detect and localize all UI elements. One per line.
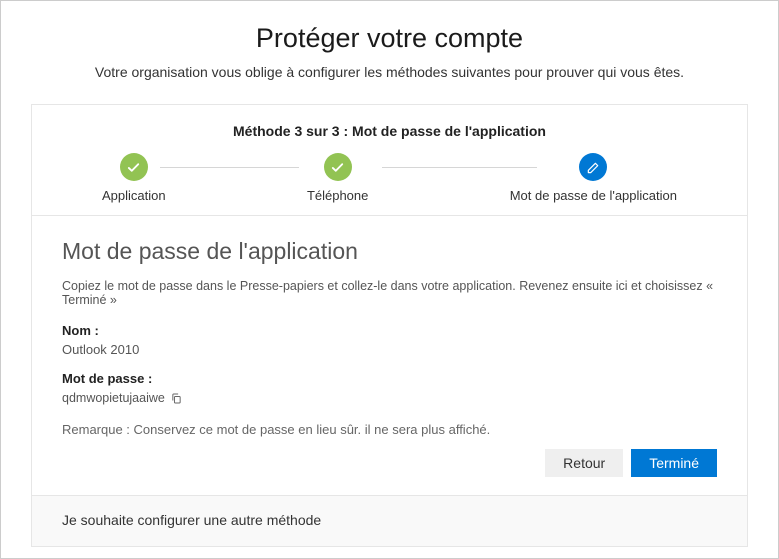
stepper: Application Téléphone Mot de passe de l'… xyxy=(62,153,717,203)
password-label: Mot de passe : xyxy=(62,371,717,386)
step-label: Mot de passe de l'application xyxy=(510,188,677,203)
done-button[interactable]: Terminé xyxy=(631,449,717,477)
stepper-connector xyxy=(160,167,299,168)
page-title: Protéger votre compte xyxy=(31,23,748,54)
step-application: Application xyxy=(102,153,166,203)
content-section: Mot de passe de l'application Copiez le … xyxy=(32,216,747,495)
card-footer: Je souhaite configurer une autre méthode xyxy=(32,495,747,546)
back-button[interactable]: Retour xyxy=(545,449,623,477)
copy-button[interactable] xyxy=(169,390,185,406)
content-description: Copiez le mot de passe dans le Presse-pa… xyxy=(62,279,717,307)
password-note: Remarque : Conservez ce mot de passe en … xyxy=(62,422,717,437)
password-value: qdmwopietujaaiwe xyxy=(62,391,165,405)
step-label: Téléphone xyxy=(307,188,368,203)
pencil-icon xyxy=(579,153,607,181)
page-header: Protéger votre compte Votre organisation… xyxy=(1,1,778,94)
action-bar: Retour Terminé xyxy=(62,449,717,477)
other-method-link[interactable]: Je souhaite configurer une autre méthode xyxy=(62,512,321,528)
name-label: Nom : xyxy=(62,323,717,338)
name-value: Outlook 2010 xyxy=(62,342,717,357)
checkmark-icon xyxy=(120,153,148,181)
setup-card: Méthode 3 sur 3 : Mot de passe de l'appl… xyxy=(31,104,748,547)
step-app-password: Mot de passe de l'application xyxy=(510,153,677,203)
page-subtitle: Votre organisation vous oblige à configu… xyxy=(31,64,748,80)
stepper-title: Méthode 3 sur 3 : Mot de passe de l'appl… xyxy=(62,123,717,139)
step-label: Application xyxy=(102,188,166,203)
stepper-section: Méthode 3 sur 3 : Mot de passe de l'appl… xyxy=(32,105,747,216)
content-heading: Mot de passe de l'application xyxy=(62,238,717,265)
copy-icon xyxy=(170,392,183,405)
checkmark-icon xyxy=(324,153,352,181)
password-row: qdmwopietujaaiwe xyxy=(62,390,717,406)
step-telephone: Téléphone xyxy=(307,153,368,203)
